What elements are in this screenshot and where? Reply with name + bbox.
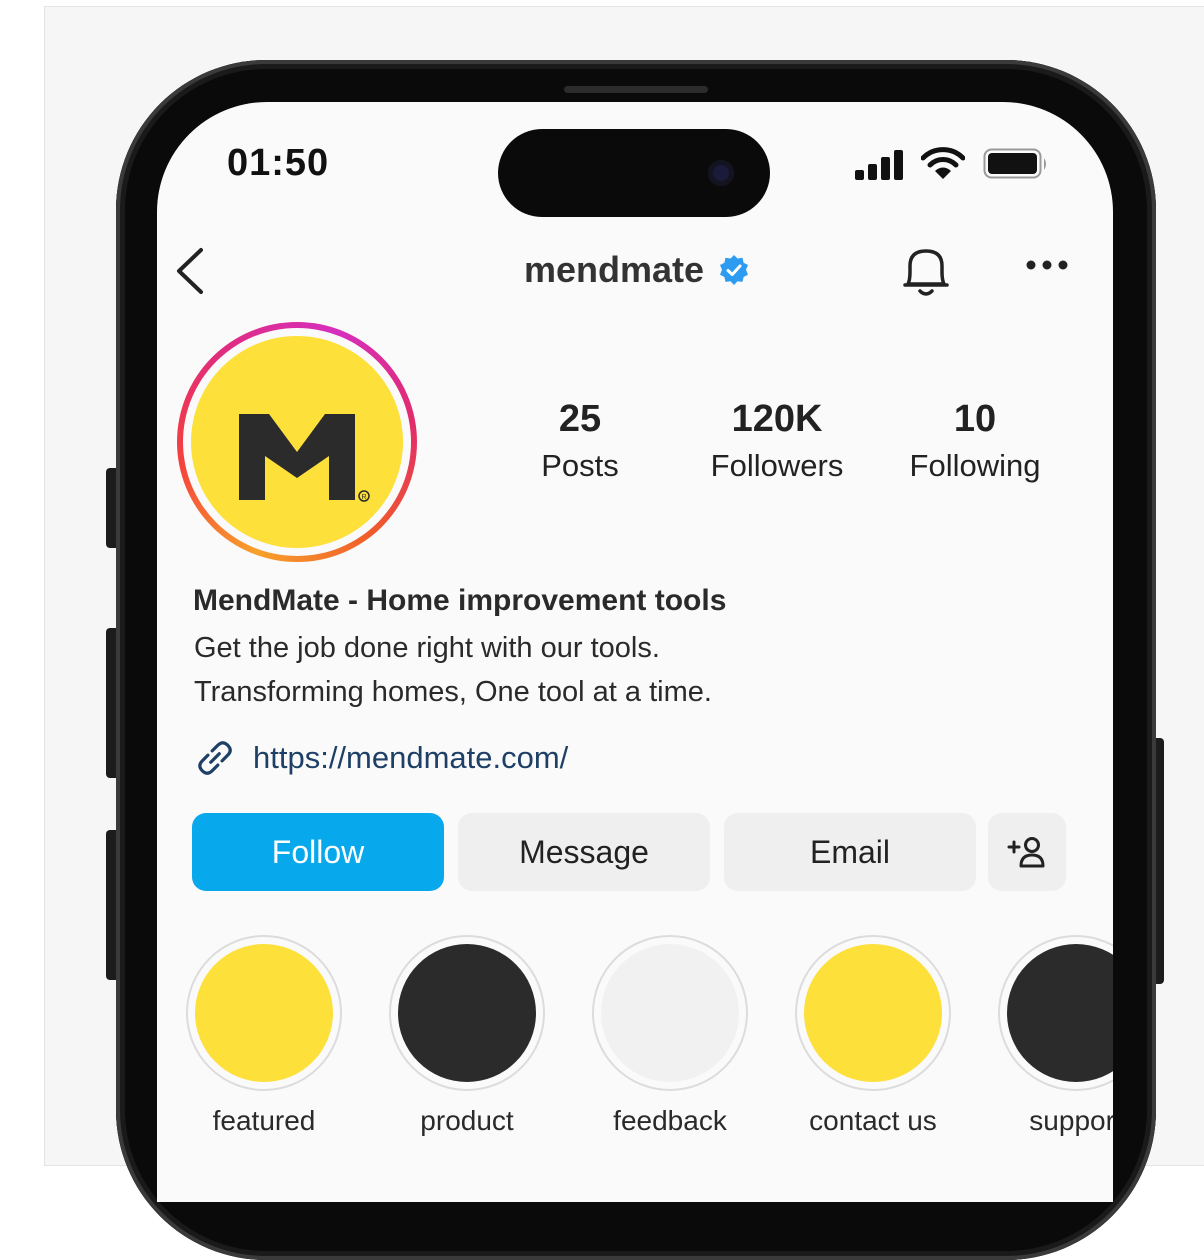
stat-posts[interactable]: 25 Posts: [520, 400, 640, 484]
mendmate-logo-icon: R: [239, 414, 370, 502]
dynamic-island: [498, 129, 770, 217]
svg-text:R: R: [361, 494, 366, 501]
message-button[interactable]: Message: [458, 813, 710, 891]
username: mendmate: [523, 249, 705, 290]
phone-speaker: [564, 86, 708, 93]
cellular-signal-icon: [855, 150, 903, 180]
chevron-left-icon[interactable]: [171, 246, 211, 296]
battery-icon: [983, 148, 1046, 179]
email-button[interactable]: Email: [724, 813, 976, 891]
stat-value: 25: [558, 398, 602, 440]
stat-value: 120K: [731, 398, 823, 440]
highlight-label: feedback: [613, 1105, 727, 1136]
link-url: https://mendmate.com/: [253, 740, 569, 775]
bio-line: Transforming homes, One tool at a time.: [194, 676, 712, 708]
profile-link[interactable]: https://mendmate.com/: [193, 736, 568, 780]
stat-value: 10: [953, 398, 997, 440]
highlight-label: product: [420, 1105, 514, 1136]
wifi-icon: [921, 147, 965, 179]
story-highlight[interactable]: featured: [184, 935, 344, 1137]
highlight-label: contact us: [809, 1105, 937, 1136]
highlight-label: support: [1029, 1105, 1113, 1136]
profile-username-header: mendmate: [487, 248, 787, 292]
front-camera-icon: [708, 160, 734, 186]
stat-label: Following: [909, 448, 1041, 483]
story-highlight[interactable]: support: [996, 935, 1113, 1137]
bio-line: Get the job done right with our tools.: [194, 632, 660, 664]
more-horizontal-icon[interactable]: [1025, 258, 1069, 272]
story-ring[interactable]: R: [177, 322, 417, 562]
phone-screen: 01:50 mendmate R 25 Posts 120K Followers…: [157, 102, 1113, 1202]
bell-icon[interactable]: [899, 242, 953, 300]
add-person-icon: [1007, 837, 1045, 868]
profile-display-name: MendMate - Home improvement tools: [193, 584, 727, 617]
status-time: 01:50: [227, 142, 330, 184]
highlight-cover: [804, 944, 942, 1082]
suggest-people-button[interactable]: [988, 813, 1066, 891]
highlight-cover: [1007, 944, 1113, 1082]
highlight-cover: [601, 944, 739, 1082]
story-highlight[interactable]: product: [387, 935, 547, 1137]
story-highlight[interactable]: feedback: [590, 935, 750, 1137]
link-icon: [198, 741, 232, 775]
follow-button[interactable]: Follow: [192, 813, 444, 891]
story-highlight[interactable]: contact us: [793, 935, 953, 1137]
highlight-cover: [195, 944, 333, 1082]
highlight-cover: [398, 944, 536, 1082]
verified-badge-icon: [720, 255, 749, 285]
highlight-label: featured: [212, 1105, 316, 1136]
stat-following[interactable]: 10 Following: [895, 400, 1055, 484]
stat-label: Posts: [541, 448, 619, 483]
stat-label: Followers: [710, 448, 844, 483]
avatar: R: [191, 336, 403, 548]
stat-followers[interactable]: 120K Followers: [692, 400, 862, 484]
